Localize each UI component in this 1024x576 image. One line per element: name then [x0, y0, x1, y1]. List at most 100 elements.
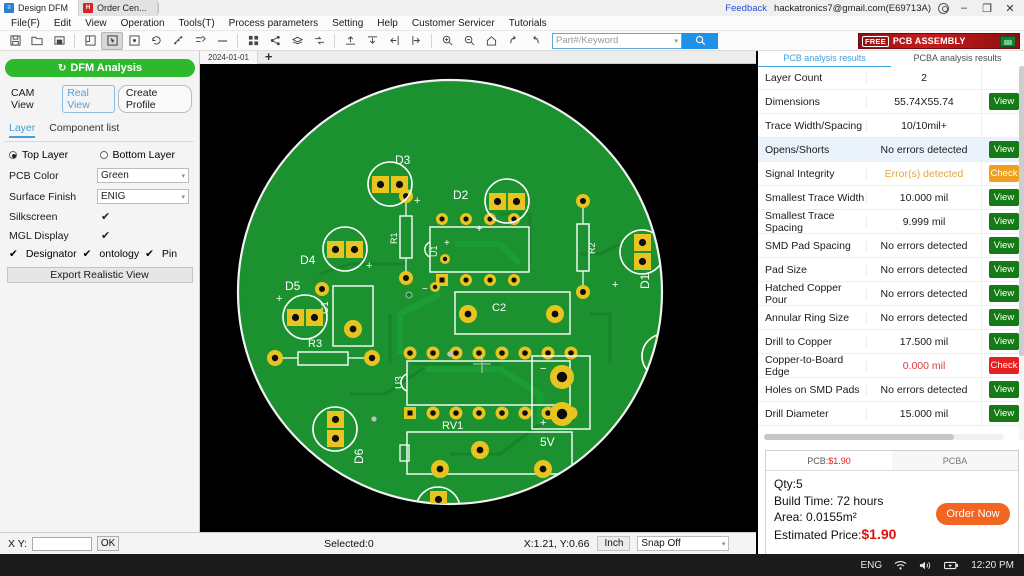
user-account-icon[interactable]	[938, 3, 949, 14]
view-button[interactable]: View	[989, 405, 1019, 422]
designator-checkbox[interactable]: ✔	[9, 248, 18, 260]
close-button[interactable]: ✕	[1002, 2, 1018, 15]
view-button[interactable]: View	[989, 141, 1019, 158]
view-button[interactable]: View	[989, 237, 1019, 254]
menu-item-view[interactable]: View	[78, 16, 114, 31]
zoom-in-icon[interactable]	[436, 32, 458, 50]
search-input[interactable]: Part#/Keyword ▾	[552, 33, 682, 49]
pcb-canvas[interactable]: U1 C2	[200, 64, 756, 532]
redo-icon[interactable]	[524, 32, 546, 50]
results-horizontal-scrollbar[interactable]	[764, 434, 1004, 440]
table-row[interactable]: Signal Integrity Error(s) detected Check	[758, 162, 1024, 186]
wifi-icon[interactable]	[894, 560, 907, 571]
view-button[interactable]: View	[989, 333, 1019, 350]
view-button[interactable]: View	[989, 285, 1019, 302]
view-button[interactable]: View	[989, 309, 1019, 326]
tab-pcb-analysis-results[interactable]: PCB analysis results	[758, 51, 891, 67]
menu-item-process-parameters[interactable]: Process parameters	[222, 16, 325, 31]
export-realistic-view-button[interactable]: Export Realistic View	[7, 267, 193, 283]
window-tab-design-dfm[interactable]: ≡ Design DFM	[0, 0, 79, 16]
pcb-color-select[interactable]: Green ▾	[97, 168, 189, 183]
select-area-icon[interactable]	[79, 32, 101, 50]
speaker-icon[interactable]	[919, 560, 932, 571]
table-row[interactable]: Hatched Copper Pour No errors detected V…	[758, 282, 1024, 306]
battery-icon[interactable]	[944, 560, 959, 571]
measure-icon[interactable]	[167, 32, 189, 50]
pointer-select-icon[interactable]	[101, 32, 123, 50]
tab-component-list[interactable]: Component list	[49, 122, 119, 138]
dfm-analysis-button[interactable]: ↻ DFM Analysis	[5, 59, 195, 77]
share-nodes-icon[interactable]	[264, 32, 286, 50]
table-row[interactable]: Copper-to-Board Edge 0.000 mil Check	[758, 354, 1024, 378]
language-indicator[interactable]: ENG	[861, 560, 883, 571]
save-as-icon[interactable]	[48, 32, 70, 50]
menu-item-tutorials[interactable]: Tutorials	[502, 16, 554, 31]
open-folder-icon[interactable]	[26, 32, 48, 50]
rotate-icon[interactable]	[145, 32, 167, 50]
table-row[interactable]: Drill to Copper 17.500 mil View	[758, 330, 1024, 354]
table-row[interactable]: Smallest Trace Width 10.000 mil View	[758, 186, 1024, 210]
grid-icon[interactable]	[242, 32, 264, 50]
table-row[interactable]: Holes on SMD Pads No errors detected Vie…	[758, 378, 1024, 402]
order-now-button[interactable]: Order Now	[936, 503, 1010, 525]
search-button[interactable]	[682, 33, 718, 49]
home-fit-icon[interactable]	[480, 32, 502, 50]
radio-top-layer[interactable]: Top Layer	[9, 149, 100, 161]
view-button[interactable]: View	[989, 381, 1019, 398]
menu-item-file[interactable]: File(F)	[4, 16, 47, 31]
results-vertical-scrollbar[interactable]	[1019, 66, 1024, 440]
tab-layer[interactable]: Layer	[9, 122, 35, 138]
clock[interactable]: 12:20 PM	[971, 560, 1014, 571]
scrollbar-thumb[interactable]	[1019, 66, 1024, 356]
maximize-button[interactable]: ❐	[979, 2, 995, 15]
view-button[interactable]: View	[989, 261, 1019, 278]
table-row[interactable]: SMD Pad Spacing No errors detected View	[758, 234, 1024, 258]
surface-finish-select[interactable]: ENIG ▾	[97, 189, 189, 204]
radio-bottom-layer[interactable]: Bottom Layer	[100, 149, 191, 161]
table-row[interactable]: Dimensions 55.74X55.74 View	[758, 90, 1024, 114]
scrollbar-thumb[interactable]	[764, 434, 954, 440]
pcb-assembly-banner[interactable]: FREE PCB ASSEMBLY	[858, 33, 1020, 49]
net-trace-icon[interactable]	[189, 32, 211, 50]
table-row[interactable]: Trace Width/Spacing 10/10mil+	[758, 114, 1024, 138]
view-button[interactable]: View	[989, 213, 1019, 230]
align-right-icon[interactable]	[405, 32, 427, 50]
real-view-button[interactable]: Real View	[62, 85, 115, 113]
save-icon[interactable]	[4, 32, 26, 50]
ok-button[interactable]: OK	[97, 536, 119, 551]
view-button[interactable]: View	[989, 93, 1019, 110]
table-row[interactable]: Annular Ring Size No errors detected Vie…	[758, 306, 1024, 330]
chevron-down-icon[interactable]: ▾	[674, 37, 678, 45]
menu-item-tools[interactable]: Tools(T)	[172, 16, 222, 31]
menu-item-customer-servicer[interactable]: Customer Servicer	[405, 16, 502, 31]
window-tab-order-center[interactable]: H Order Cen...	[79, 0, 158, 16]
feedback-link[interactable]: Feedback	[725, 3, 767, 14]
tab-pcba-analysis-results[interactable]: PCBA analysis results	[891, 51, 1024, 66]
create-profile-button[interactable]: Create Profile	[118, 85, 192, 113]
pin-checkbox[interactable]: ✔	[145, 248, 154, 260]
unit-toggle-button[interactable]: Inch	[597, 536, 630, 551]
layer-stack-icon[interactable]	[286, 32, 308, 50]
menu-item-operation[interactable]: Operation	[114, 16, 172, 31]
silkscreen-checkbox[interactable]: ✔	[101, 210, 110, 223]
menu-item-setting[interactable]: Setting	[325, 16, 370, 31]
xy-input[interactable]	[32, 537, 92, 551]
new-document-button[interactable]: +	[258, 51, 280, 63]
menu-item-edit[interactable]: Edit	[47, 16, 78, 31]
zoom-out-icon[interactable]	[458, 32, 480, 50]
align-top-icon[interactable]	[339, 32, 361, 50]
undo-icon[interactable]	[502, 32, 524, 50]
check-button[interactable]: Check	[989, 357, 1019, 374]
table-row[interactable]: Opens/Shorts No errors detected View	[758, 138, 1024, 162]
snap-select[interactable]: Snap Off ▾	[637, 536, 729, 551]
tab-pcba-price[interactable]: PCBA	[892, 451, 1018, 470]
select-box-icon[interactable]	[123, 32, 145, 50]
menu-item-help[interactable]: Help	[370, 16, 405, 31]
check-button[interactable]: Check	[989, 165, 1019, 182]
mgl-display-checkbox[interactable]: ✔	[101, 229, 110, 242]
line-icon[interactable]	[211, 32, 233, 50]
table-row[interactable]: Layer Count 2	[758, 66, 1024, 90]
view-button[interactable]: View	[989, 189, 1019, 206]
table-row[interactable]: Pad Size No errors detected View	[758, 258, 1024, 282]
minimize-button[interactable]: –	[956, 2, 972, 14]
